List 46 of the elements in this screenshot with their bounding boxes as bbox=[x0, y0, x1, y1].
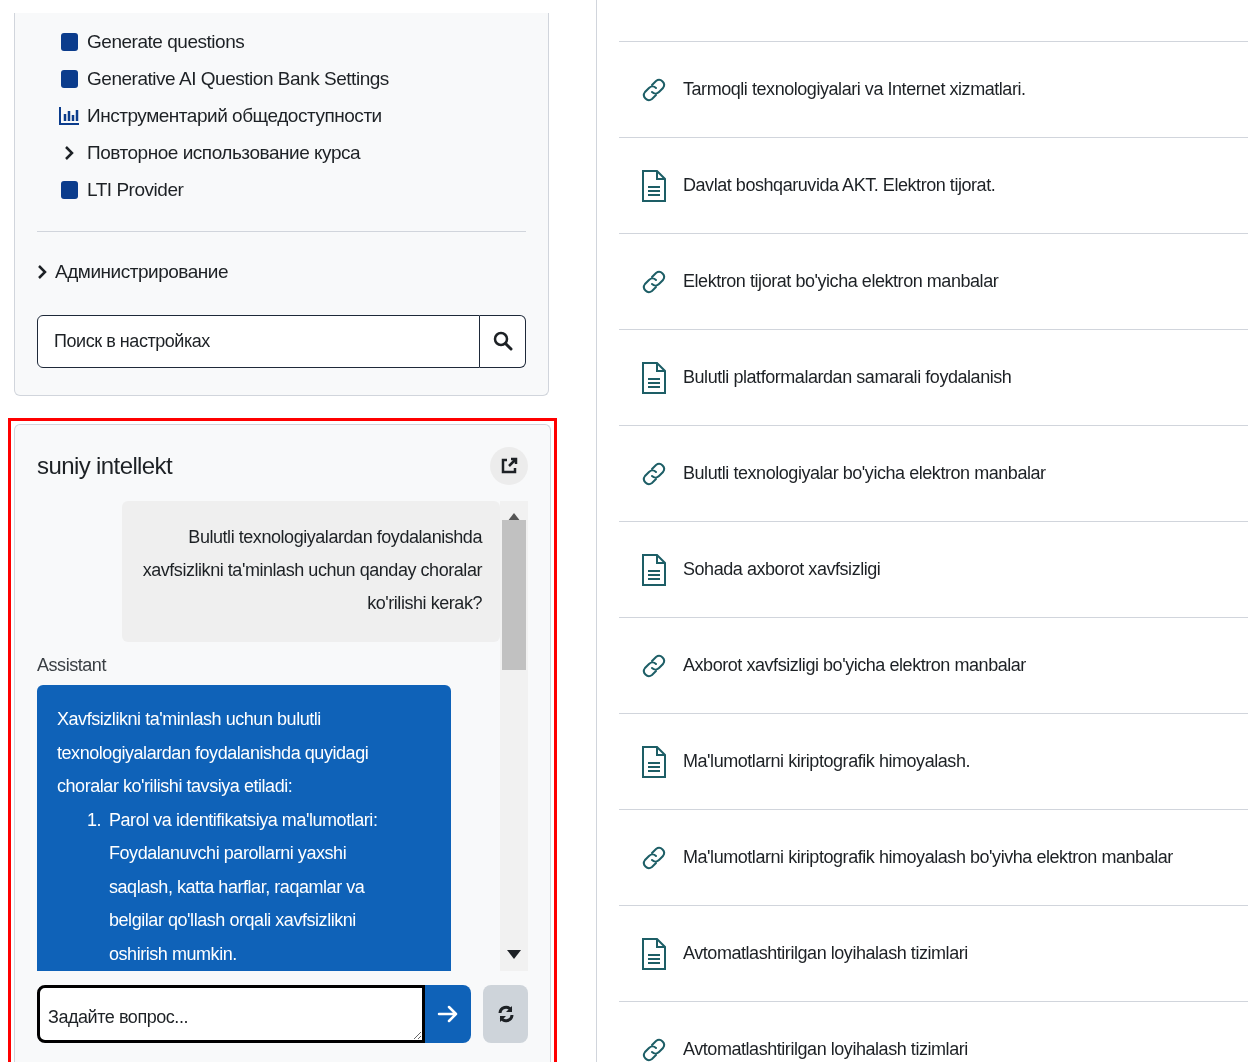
chevron-right-icon bbox=[37, 264, 47, 281]
user-message: Bulutli texnologiyalardan foydalanishda xavfsizlikni ta'minlash uchun qanday choralar ko'rilishi kerak? bbox=[122, 501, 500, 642]
message-text: Xavfsizlikni ta'minlash uchun bulutli texnologiyalardan foydalanishda quyidagi choralar ko'rilishi tavsiya etiladi: bbox=[57, 708, 370, 798]
menu-item[interactable]: Инструментарий общедоступности bbox=[59, 101, 526, 131]
menu-item[interactable]: Повторное использование курса bbox=[59, 138, 526, 168]
search-field[interactable]: Поиск в настройках bbox=[37, 314, 480, 368]
bar-chart-icon bbox=[59, 107, 79, 125]
section-link[interactable]: Администрирование bbox=[55, 258, 229, 287]
resource-link[interactable]: Davlat boshqaruvida AKT. Elektron tijorat. bbox=[683, 172, 996, 199]
document-icon bbox=[641, 744, 667, 779]
menu-item[interactable]: LTI Provider bbox=[59, 175, 526, 205]
search-icon bbox=[492, 331, 513, 351]
resource-link[interactable]: Ma'lumotlarni kiriptografik himoyalash. bbox=[683, 748, 970, 775]
document-icon bbox=[641, 552, 667, 587]
resource-link[interactable]: Avtomatlashtirilgan loyihalash tizimlari bbox=[683, 1036, 968, 1062]
square-icon bbox=[60, 70, 78, 88]
menu-item[interactable]: Generative AI Question Bank Settings bbox=[59, 64, 526, 94]
document-icon bbox=[641, 936, 667, 971]
refresh-button[interactable] bbox=[483, 985, 528, 1043]
search-button[interactable] bbox=[480, 314, 526, 368]
resource-link[interactable]: Axborot xavfsizligi bo'yicha elektron manbalar bbox=[683, 652, 1026, 679]
resource-link[interactable]: Elektron tijorat bo'yicha elektron manbalar bbox=[683, 268, 999, 295]
send-button[interactable] bbox=[425, 985, 471, 1043]
scroll-down-icon[interactable] bbox=[507, 950, 521, 959]
document-icon bbox=[641, 360, 667, 395]
resource-link[interactable]: Sohada axborot xavfsizligi bbox=[683, 556, 881, 583]
question-field[interactable]: Задайте вопрос... bbox=[37, 985, 425, 1043]
external-link-icon bbox=[500, 457, 518, 475]
chat-title: suniy intellekt bbox=[37, 451, 173, 481]
resource-link[interactable]: Bulutli texnologiyalar bo'yicha elektron manbalar bbox=[683, 460, 1046, 487]
menu-item[interactable]: Generate questions bbox=[59, 27, 526, 57]
popout-button[interactable] bbox=[490, 447, 528, 485]
arrow-right-icon bbox=[437, 1004, 459, 1024]
resource-link[interactable]: Tarmoqli texnologiyalari va Internet xizmatlari. bbox=[683, 76, 1026, 103]
scrollbar-thumb[interactable] bbox=[502, 520, 526, 670]
message-text: Parol va identifikatsiya ma'lumotlari: Foydalanuvchi parollarni yaxshi saqlash, katta harflar, raqamlar va belgilar qo'llash orqali xavfsizlikni oshirish mumkin. bbox=[109, 808, 379, 966]
sender-label: Assistant bbox=[37, 654, 108, 677]
resource-link[interactable]: Avtomatlashtirilgan loyihalash tizimlari bbox=[683, 940, 968, 967]
document-icon bbox=[641, 168, 667, 203]
chevron-right-icon bbox=[64, 145, 74, 161]
square-icon bbox=[60, 33, 78, 51]
list-number: 1. bbox=[87, 808, 103, 832]
scrollbar[interactable] bbox=[500, 501, 528, 971]
resource-link[interactable]: Bulutli platformalardan samarali foydalanish bbox=[683, 364, 1012, 391]
resource-link[interactable]: Ma'lumotlarni kiriptografik himoyalash bo'yivha elektron manbalar bbox=[683, 844, 1173, 871]
square-icon bbox=[60, 181, 78, 199]
